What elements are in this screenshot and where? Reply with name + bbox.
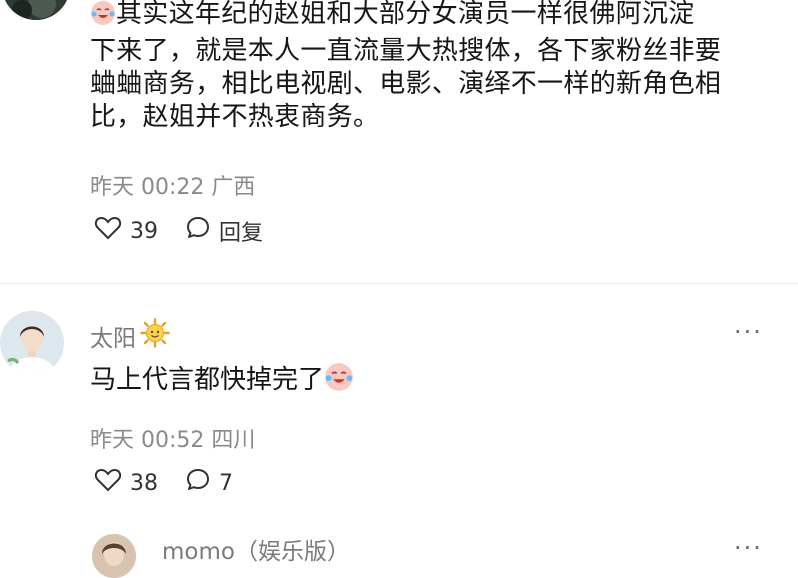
comment-text: 马上代言都快掉完了 [90, 362, 354, 401]
username[interactable]: momo（娱乐版） [162, 532, 350, 566]
comment-line: 蛐蛐商务，相比电视剧、电影、演绎不一样的新角色相 [90, 69, 722, 99]
heart-icon [94, 467, 122, 499]
comment-line: 下来了，就是本人一直流量大热搜体，各下家粉丝非要 [90, 36, 722, 66]
laughing-crying-emoji-icon [90, 0, 116, 35]
laughing-crying-emoji-icon [324, 362, 354, 401]
comment-text: 其实这年纪的赵姐和大部分女演员一样很佛阿沉淀 下来了，就是本人一直流量大热搜体，… [90, 0, 770, 134]
divider [0, 283, 798, 284]
avatar[interactable] [2, 0, 70, 20]
comment-meta: 昨天 00:22 广西 [90, 169, 255, 201]
heart-icon [94, 215, 122, 247]
reply-count: 7 [219, 470, 233, 496]
avatar[interactable] [92, 534, 136, 578]
username[interactable]: 太阳 [90, 318, 170, 354]
comment-line: 比，赵姐并不热衷商务。 [90, 102, 380, 132]
more-options-button[interactable]: ··· [734, 534, 763, 562]
speech-bubble-icon [185, 467, 211, 499]
like-button[interactable]: 39 [94, 215, 158, 247]
reply-label: 回复 [219, 221, 264, 246]
comment-location: 广西 [211, 175, 256, 200]
comment-meta: 昨天 00:52 四川 [90, 422, 255, 454]
comment-line: 其实这年纪的赵姐和大部分女演员一样很佛阿沉淀 [90, 0, 770, 35]
sun-emoji-icon [140, 318, 170, 354]
reply-button[interactable]: 回复 [185, 215, 263, 247]
comment-time: 昨天 00:52 [90, 428, 205, 453]
reply-button[interactable]: 7 [185, 467, 233, 499]
comment-time: 昨天 00:22 [90, 175, 205, 200]
more-options-button[interactable]: ··· [734, 318, 763, 346]
like-button[interactable]: 38 [94, 467, 158, 499]
like-count: 39 [130, 218, 158, 244]
like-count: 38 [130, 470, 158, 496]
comment-location: 四川 [211, 428, 256, 453]
speech-bubble-icon [185, 215, 211, 247]
avatar[interactable] [0, 311, 64, 375]
